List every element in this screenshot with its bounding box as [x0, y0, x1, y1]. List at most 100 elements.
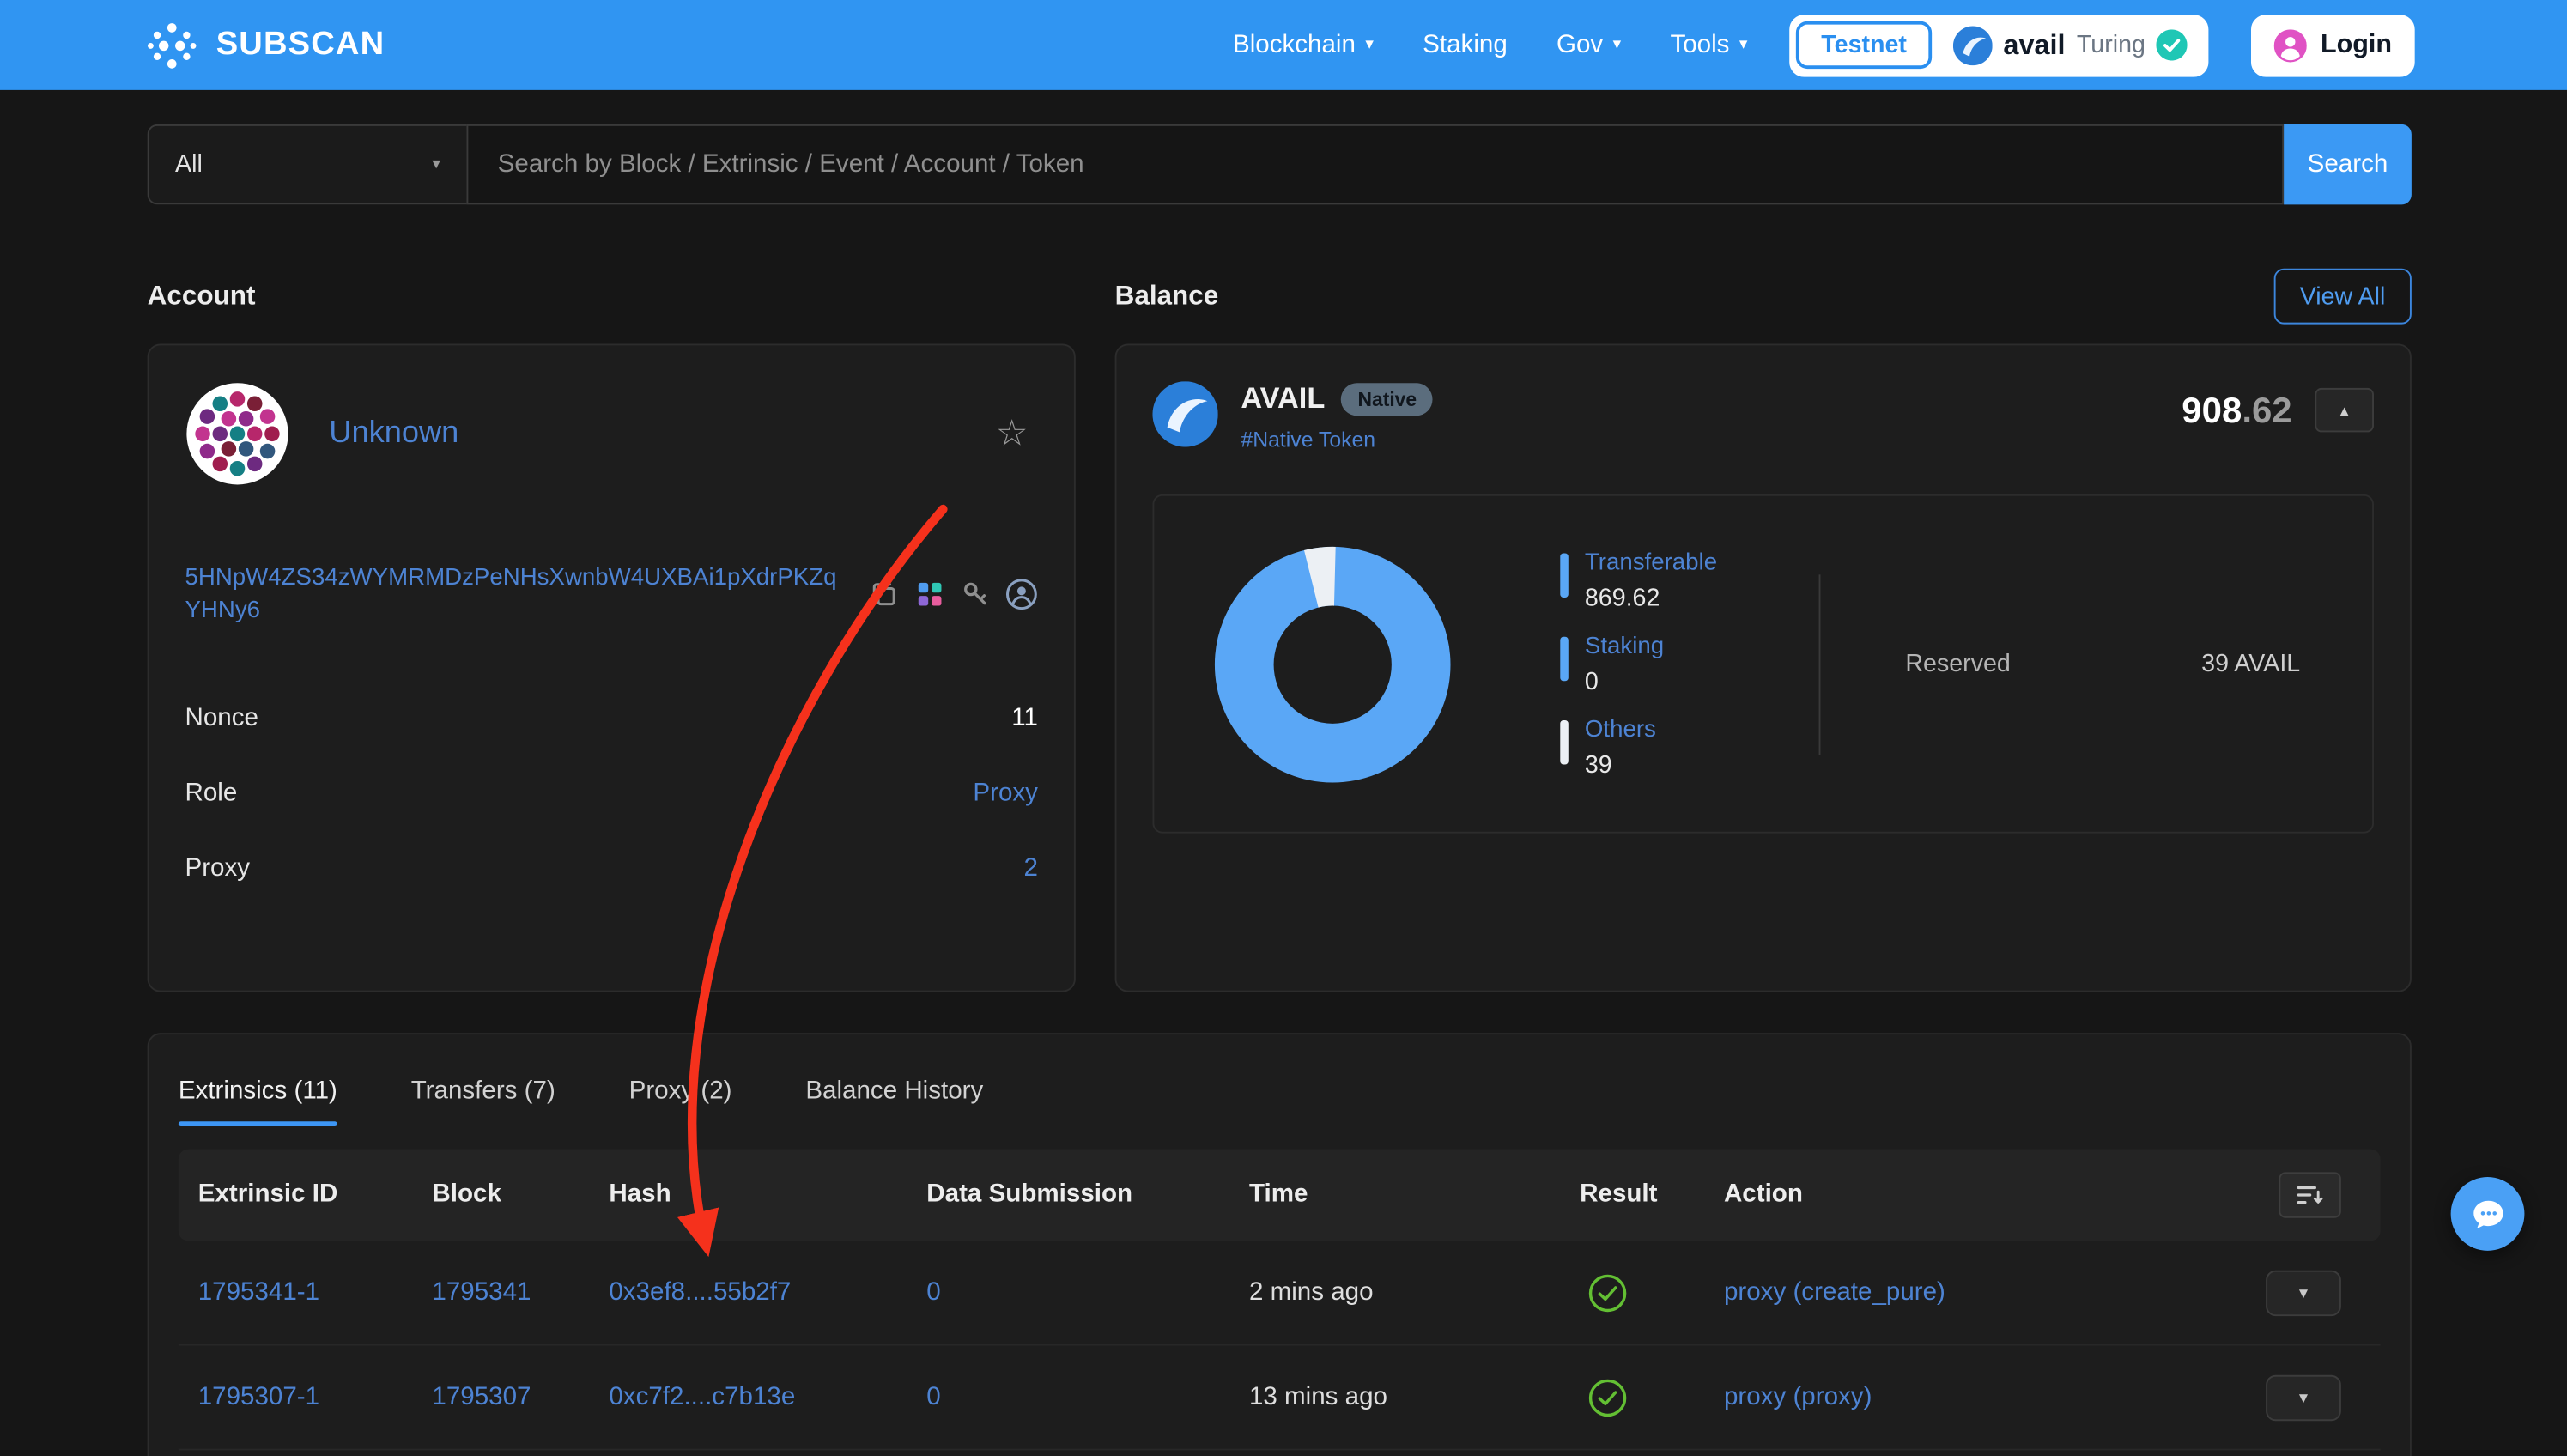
reserved-label: Reserved: [1905, 650, 2010, 677]
transferable-label[interactable]: Transferable: [1585, 549, 1717, 576]
role-value[interactable]: Proxy: [973, 779, 1038, 808]
tab-proxy[interactable]: Proxy (2): [629, 1058, 732, 1126]
legend-marker: [1560, 636, 1569, 680]
native-token-link[interactable]: #Native Token: [1241, 428, 1433, 452]
testnet-button[interactable]: Testnet: [1797, 21, 1932, 69]
staking-label[interactable]: Staking: [1585, 633, 1664, 659]
hash-link[interactable]: 0x3ef8....55b2f7: [609, 1277, 926, 1307]
others-label[interactable]: Others: [1585, 716, 1656, 743]
account-section-title: Account: [148, 281, 256, 310]
total-balance-int: 908: [2182, 389, 2242, 430]
col-result: Result: [1580, 1180, 1724, 1210]
balance-card: AVAIL Native #Native Token 908.62 ▲: [1115, 343, 2412, 992]
action-link[interactable]: proxy (create_pure): [1724, 1277, 2249, 1307]
search-button[interactable]: Search: [2284, 124, 2412, 204]
nonce-row: Nonce 11: [185, 680, 1037, 755]
chevron-down-icon: ▾: [1613, 37, 1622, 53]
network-selector[interactable]: avail Turing: [1938, 26, 2203, 65]
subscan-logo[interactable]: SUBSCAN: [144, 21, 385, 70]
data-submission-link[interactable]: 0: [926, 1382, 1249, 1411]
caret-down-icon: ▼: [2296, 1284, 2310, 1301]
table-filter-button[interactable]: [2279, 1172, 2340, 1217]
role-row: Role Proxy: [185, 755, 1037, 831]
login-label: Login: [2321, 30, 2392, 59]
table-header: Extrinsic ID Block Hash Data Submission …: [179, 1150, 2381, 1241]
chat-bubble-icon: [2468, 1194, 2508, 1234]
col-time: Time: [1249, 1180, 1580, 1210]
legend-marker: [1560, 719, 1569, 763]
col-data-submission: Data Submission: [926, 1180, 1249, 1210]
address-actions: [868, 579, 1038, 611]
action-link[interactable]: proxy (proxy): [1724, 1382, 2249, 1411]
col-extrinsic-id: Extrinsic ID: [198, 1180, 433, 1210]
chevron-down-icon: ▾: [1739, 37, 1748, 53]
extrinsic-id-link[interactable]: 1795341-1: [198, 1277, 433, 1307]
balance-legend: Transferable 869.62 Staking 0: [1560, 549, 1717, 779]
col-action: Action: [1724, 1180, 2249, 1210]
subscan-logo-icon: [144, 21, 200, 70]
tab-transfers[interactable]: Transfers (7): [411, 1058, 555, 1126]
nav-tools-label: Tools: [1670, 30, 1729, 59]
account-card: Unknown ☆ 5HNpW4ZS34zWYMRMDzPeNHsXwnbW4U…: [148, 343, 1076, 992]
user-icon: [2275, 28, 2308, 61]
success-icon: [1580, 1273, 1724, 1313]
reserved-value: 39 AVAIL: [2201, 650, 2300, 677]
time-value: 2 mins ago: [1249, 1277, 1580, 1307]
native-badge: Native: [1341, 382, 1433, 415]
account-address[interactable]: 5HNpW4ZS34zWYMRMDzPeNHsXwnbW4UXBAi1pXdrP…: [185, 561, 851, 628]
network-chain: Turing: [2077, 31, 2145, 58]
search-filter-select[interactable]: All ▾: [148, 124, 467, 204]
nonce-label: Nonce: [185, 703, 258, 732]
view-all-button[interactable]: View All: [2273, 269, 2412, 325]
navbar: SUBSCAN Blockchain ▾ Staking Gov ▾ Tools…: [0, 0, 2567, 90]
nav-blockchain-label: Blockchain: [1233, 30, 1356, 59]
col-block: Block: [432, 1180, 609, 1210]
chevron-down-icon: ▾: [432, 155, 440, 173]
apps-grid-icon[interactable]: [913, 579, 946, 611]
col-hash: Hash: [609, 1180, 926, 1210]
total-balance: 908.62: [2182, 389, 2291, 432]
tab-balance-history[interactable]: Balance History: [805, 1058, 983, 1126]
avail-token-logo: [1152, 381, 1217, 446]
expand-row-button[interactable]: ▼: [2266, 1270, 2341, 1315]
key-icon[interactable]: [959, 579, 992, 611]
legend-others: Others 39: [1560, 716, 1717, 778]
legend-transferable: Transferable 869.62: [1560, 549, 1717, 611]
table-row: 1795341-1 1795341 0x3ef8....55b2f7 0 2 m…: [179, 1241, 2381, 1345]
account-icon[interactable]: [1005, 579, 1038, 611]
table-row: 1795307-1 1795307 0xc7f2....c7b13e 0 13 …: [179, 1345, 2381, 1450]
avail-logo-icon: [1952, 26, 1992, 65]
login-button[interactable]: Login: [2252, 14, 2415, 76]
block-link[interactable]: 1795307: [432, 1382, 609, 1411]
main-nav: Blockchain ▾ Staking Gov ▾ Tools ▾: [1233, 30, 1748, 59]
balance-section-title: Balance: [1115, 281, 1219, 312]
network-check-icon: [2157, 29, 2188, 60]
extrinsic-id-link[interactable]: 1795307-1: [198, 1382, 433, 1411]
nav-staking-label: Staking: [1423, 30, 1508, 59]
tab-extrinsics[interactable]: Extrinsics (11): [179, 1058, 337, 1126]
activity-card: Extrinsics (11) Transfers (7) Proxy (2) …: [148, 1033, 2412, 1456]
search-bar: All ▾ Search: [148, 124, 2412, 204]
role-label: Role: [185, 779, 237, 808]
data-submission-link[interactable]: 0: [926, 1277, 1249, 1307]
time-value: 13 mins ago: [1249, 1382, 1580, 1411]
total-balance-frac: .62: [2242, 389, 2291, 430]
balance-donut-chart: [1210, 541, 1455, 786]
token-name: AVAIL: [1241, 381, 1325, 416]
hash-link[interactable]: 0xc7f2....c7b13e: [609, 1382, 926, 1411]
cards-row: Unknown ☆ 5HNpW4ZS34zWYMRMDzPeNHsXwnbW4U…: [148, 343, 2412, 992]
collapse-button[interactable]: ▲: [2315, 388, 2374, 432]
section-headings: Account Balance View All: [148, 267, 2412, 326]
expand-row-button[interactable]: ▼: [2266, 1374, 2341, 1420]
block-link[interactable]: 1795341: [432, 1277, 609, 1307]
search-input[interactable]: [466, 124, 2284, 204]
chat-support-button[interactable]: [2451, 1177, 2525, 1251]
proxy-value[interactable]: 2: [1024, 854, 1038, 883]
nav-blockchain[interactable]: Blockchain ▾: [1233, 30, 1374, 59]
nav-gov[interactable]: Gov ▾: [1557, 30, 1621, 59]
favorite-star-icon[interactable]: ☆: [996, 416, 1029, 452]
account-display-name[interactable]: Unknown: [329, 416, 458, 452]
nav-tools[interactable]: Tools ▾: [1670, 30, 1747, 59]
copy-icon[interactable]: [868, 579, 901, 611]
nav-staking[interactable]: Staking: [1423, 30, 1508, 59]
